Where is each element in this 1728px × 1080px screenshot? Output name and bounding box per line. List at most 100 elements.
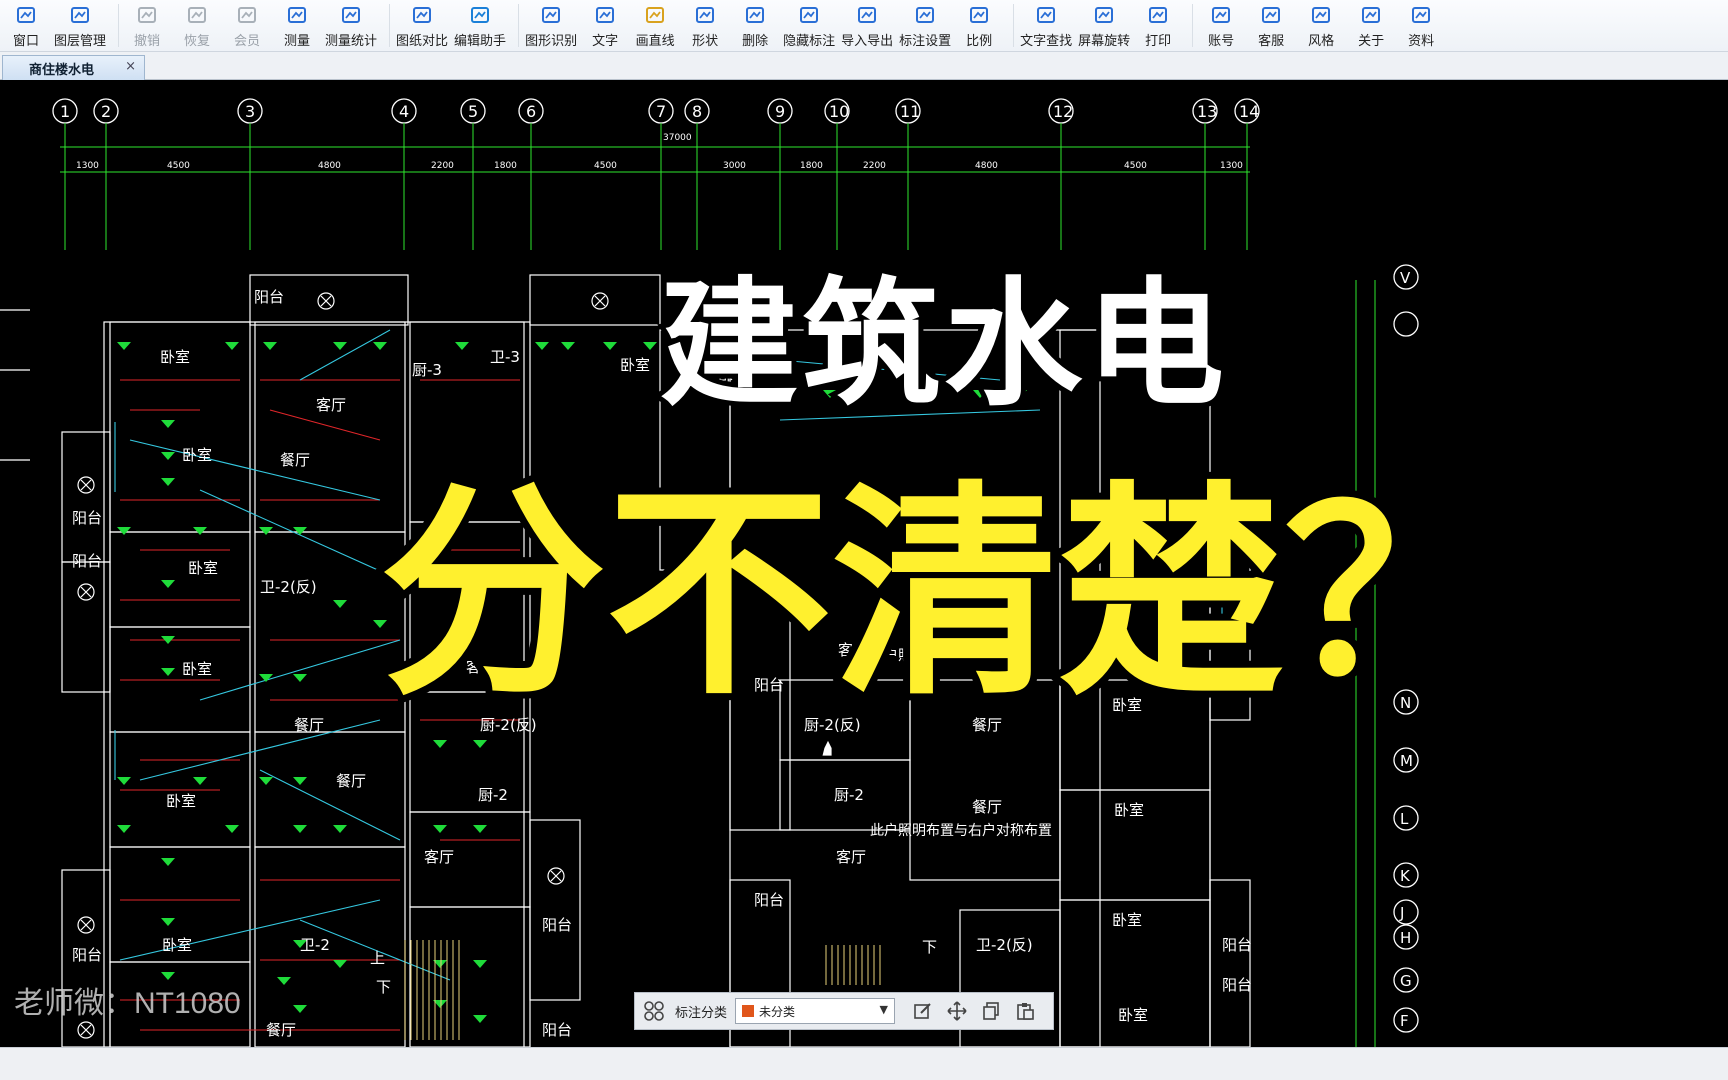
- toolbar-button-measure-stats[interactable]: 测量统计: [325, 0, 377, 51]
- toolbar-button-account[interactable]: 账号: [1199, 0, 1243, 51]
- toolbar-separator: [118, 4, 120, 47]
- compare-icon: [409, 3, 435, 29]
- axis-number: 1: [60, 102, 70, 121]
- axis-number: 10: [829, 102, 849, 121]
- hide-annotation-icon: [796, 3, 822, 29]
- annotation-category-label: 标注分类: [675, 1005, 728, 1021]
- toolbar-button-label: 编辑助手: [454, 34, 507, 49]
- toolbar-button-text[interactable]: 文字: [583, 0, 627, 51]
- toolbar-button-line[interactable]: 画直线: [633, 0, 677, 51]
- toolbar-button-support[interactable]: 客服: [1249, 0, 1293, 51]
- paste-icon[interactable]: [1011, 998, 1039, 1024]
- room-label: 卧室: [1114, 801, 1144, 819]
- axis-bubble-right: [1393, 311, 1419, 337]
- move-icon[interactable]: [943, 998, 971, 1024]
- room-label: 客厅: [836, 848, 866, 866]
- toolbar-button-label: 屏幕旋转: [1078, 34, 1131, 49]
- toolbar-button-hide-annotation[interactable]: 隐藏标注: [783, 0, 835, 51]
- axis-number: 3: [245, 102, 255, 121]
- room-label: 阳台: [754, 891, 784, 909]
- lamp-fixture: [161, 580, 175, 588]
- axis-letter: G: [1400, 972, 1412, 990]
- drawing-canvas[interactable]: 1 2 3 4 5 6 7 8 9 10 11 12 13 14 37000 1300 4500 4800 2200…: [0, 80, 1728, 1047]
- room-label: 卧室: [620, 356, 650, 374]
- toolbar-button-redo[interactable]: 恢复: [175, 0, 219, 51]
- room-label: 阳台: [254, 288, 284, 306]
- style-icon: [1308, 3, 1334, 29]
- toolbar-button-edit-assistant[interactable]: 编辑助手: [454, 0, 506, 51]
- edit-assistant-icon: [467, 3, 493, 29]
- resources-icon: [1408, 3, 1434, 29]
- toolbar-button-rotate-screen[interactable]: 屏幕旋转: [1078, 0, 1130, 51]
- toolbar-button-scale[interactable]: 比例: [957, 0, 1001, 51]
- dimension-value: 4800: [975, 161, 998, 171]
- room-label: 卧室: [1118, 1006, 1148, 1024]
- dimension-value: 4500: [1124, 161, 1147, 171]
- lamp-fixture: [161, 452, 175, 460]
- room-label: 客厅: [424, 848, 454, 866]
- dimension-value: 4500: [594, 161, 617, 171]
- tab-label: 商住楼水电: [29, 62, 95, 78]
- annotation-category-select[interactable]: 未分类 ▼: [735, 998, 896, 1024]
- toolbar-button-vip[interactable]: 会员: [225, 0, 269, 51]
- close-icon[interactable]: ×: [125, 59, 136, 74]
- axis-number: 6: [526, 102, 536, 121]
- lamp-fixture: [193, 527, 207, 535]
- toolbar-button-eraser[interactable]: 删除: [733, 0, 777, 51]
- edit-icon[interactable]: [909, 998, 937, 1024]
- axis-number: 11: [900, 102, 920, 121]
- toolbar-button-label: 隐藏标注: [783, 34, 836, 49]
- tab-document[interactable]: 商住楼水电 ×: [2, 55, 145, 80]
- room-label: 餐厅: [336, 772, 366, 790]
- lamp-fixture: [473, 740, 487, 748]
- electrical-wire-cyan: [139, 639, 401, 841]
- lamp-fixture: [225, 342, 239, 350]
- headline-bottom: 分不清楚？: [373, 463, 1517, 726]
- ceiling-light-cross: [320, 295, 332, 307]
- dimension-value: 2200: [431, 161, 454, 171]
- lamp-fixture: [333, 342, 347, 350]
- toolbar-separator: [389, 4, 391, 47]
- toolbar-separator: [1013, 4, 1015, 47]
- wall-room: [1209, 879, 1251, 1047]
- toolbar-button-annotation-settings[interactable]: 标注设置: [899, 0, 951, 51]
- toolbar-button-compare[interactable]: 图纸对比: [396, 0, 448, 51]
- axis-number: 8: [692, 102, 702, 121]
- electrical-wire-red: [120, 379, 240, 601]
- lamp-fixture: [455, 342, 469, 350]
- wall-room: [254, 731, 406, 848]
- room-label: 卧室: [188, 559, 218, 577]
- toolbar-button-undo[interactable]: 撤销: [125, 0, 169, 51]
- toolbar-button-text-search[interactable]: 文字查找: [1020, 0, 1072, 51]
- toolbar-button-label: 窗口: [12, 34, 39, 49]
- toolbar-button-resources[interactable]: 资料: [1399, 0, 1443, 51]
- toolbar-button-label: 形状: [692, 34, 719, 49]
- toolbar-button-shape[interactable]: 形状: [683, 0, 727, 51]
- grid-icon[interactable]: [643, 1000, 665, 1022]
- toolbar-button-import-export[interactable]: 导入导出: [841, 0, 893, 51]
- toolbar-button-about[interactable]: 关于: [1349, 0, 1393, 51]
- room-label: 卧室: [1112, 911, 1142, 929]
- toolbar-button-measure[interactable]: 测量: [275, 0, 319, 51]
- axis-number: 14: [1239, 102, 1259, 121]
- support-icon: [1258, 3, 1284, 29]
- toolbar-button-shape-recognize[interactable]: 图形识别: [525, 0, 577, 51]
- toolbar-button-print[interactable]: 打印: [1136, 0, 1180, 51]
- toolbar-button-layers[interactable]: 图层管理: [54, 0, 106, 51]
- room-label: 客厅: [316, 396, 346, 414]
- lamp-fixture: [643, 342, 657, 350]
- toolbar-button-style[interactable]: 风格: [1299, 0, 1343, 51]
- wall-room: [529, 819, 581, 1001]
- headline-top: 建筑水电: [655, 264, 1229, 425]
- lamp-fixture: [161, 918, 175, 926]
- measure-stats-icon: [338, 3, 364, 29]
- axis-number: 4: [399, 102, 409, 121]
- lamp-fixture: [473, 960, 487, 968]
- room-label: 餐厅: [972, 798, 1002, 816]
- electrical-wire-red: [260, 379, 400, 701]
- axis-letter: M: [1400, 752, 1413, 770]
- lamp-fixture: [259, 777, 273, 785]
- toolbar-button-window[interactable]: 窗口: [4, 0, 48, 51]
- ceiling-light-cross: [550, 870, 562, 882]
- copy-icon[interactable]: [977, 998, 1005, 1024]
